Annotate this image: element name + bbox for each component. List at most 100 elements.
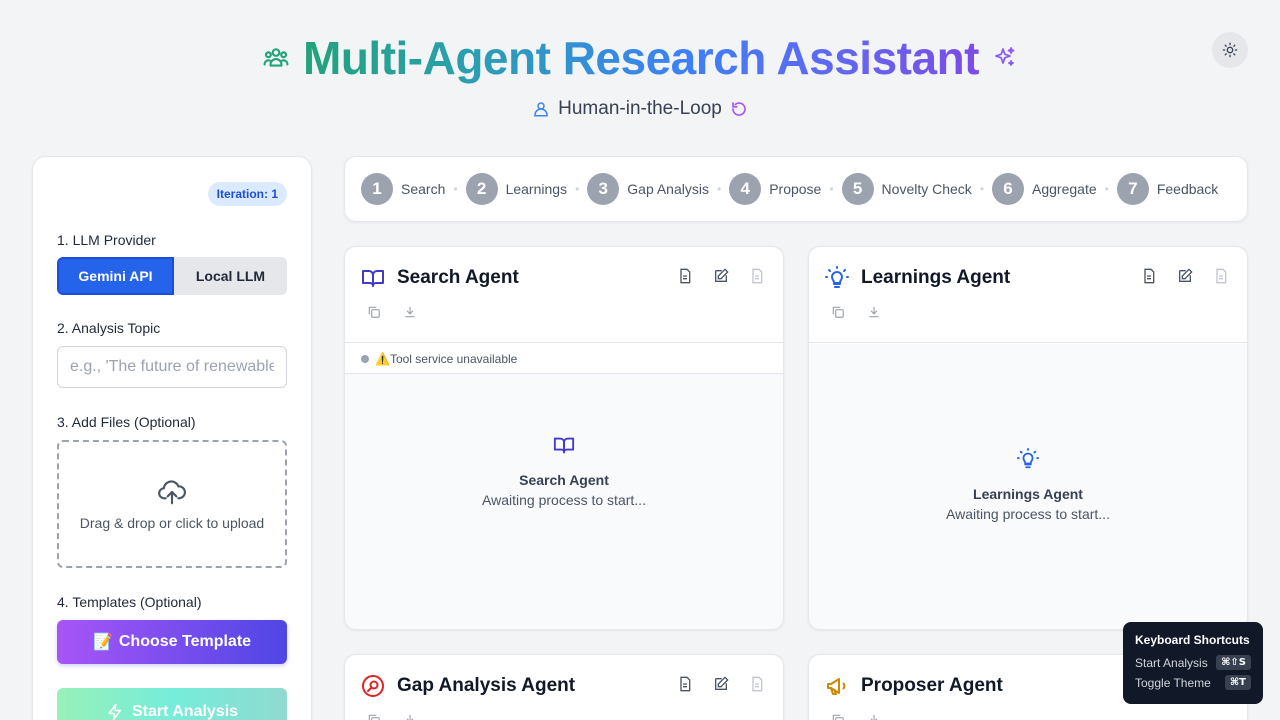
- start-analysis-button[interactable]: Start Analysis: [57, 688, 287, 720]
- status-line: ⚠️Tool service unavailable: [345, 344, 783, 374]
- edit-icon[interactable]: [713, 676, 729, 692]
- step-number: 3: [587, 173, 620, 205]
- edit-icon[interactable]: [713, 268, 729, 284]
- step-aggregate[interactable]: 6 Aggregate: [992, 173, 1097, 205]
- step-learnings[interactable]: 2 Learnings: [465, 173, 568, 205]
- edit-icon[interactable]: [1177, 268, 1193, 284]
- analysis-topic-input[interactable]: [57, 346, 287, 388]
- card-body: ⚠️Tool service unavailable Search Agent …: [345, 344, 783, 629]
- document-icon[interactable]: [1141, 268, 1157, 284]
- cloud-upload-icon: [157, 477, 187, 507]
- book-icon: [361, 266, 385, 290]
- step-number: 7: [1116, 173, 1149, 205]
- start-analysis-label: Start Analysis: [131, 703, 239, 720]
- step-number: 4: [729, 173, 762, 205]
- download-icon[interactable]: [867, 305, 881, 319]
- step-propose[interactable]: 4 Propose: [729, 173, 821, 205]
- shortcut-label: Toggle Theme: [1135, 675, 1211, 690]
- page-title: Multi-Agent Research Assistant: [303, 32, 980, 84]
- step-label: Novelty Check: [881, 181, 972, 197]
- step-number: 2: [465, 173, 498, 205]
- step-label: Aggregate: [1032, 181, 1097, 197]
- download-icon[interactable]: [403, 305, 417, 319]
- card-title-row: Gap Analysis Agent: [361, 674, 575, 698]
- provider-gemini-button[interactable]: Gemini API: [57, 257, 174, 295]
- control-panel: Iteration: 1 1. LLM Provider Gemini API …: [32, 156, 312, 720]
- page-header: Multi-Agent Research Assistant Human-in-…: [0, 0, 1280, 140]
- subtitle-row: Human-in-the-Loop: [0, 98, 1280, 120]
- upload-text: Drag & drop or click to upload: [79, 515, 265, 531]
- step-number: 5: [841, 173, 874, 205]
- step-novelty-check[interactable]: 5 Novelty Check: [841, 173, 972, 205]
- choose-template-label: Choose Template: [118, 633, 252, 650]
- step-gap-analysis[interactable]: 3 Gap Analysis: [587, 173, 709, 205]
- step-label: Propose: [769, 181, 822, 197]
- llm-provider-toggle: Gemini API Local LLM: [57, 257, 287, 295]
- llm-provider-label: 1. LLM Provider: [57, 232, 156, 248]
- step-separator: •: [575, 182, 580, 196]
- users-icon: [263, 45, 289, 71]
- copy-icon[interactable]: [831, 713, 845, 720]
- status-dot: [361, 354, 369, 363]
- choose-template-button[interactable]: 📝 Choose Template: [57, 620, 287, 664]
- card-body: Learnings Agent Awaiting process to star…: [809, 344, 1247, 629]
- theme-toggle-button[interactable]: [1212, 32, 1248, 68]
- card-header: Search Agent: [345, 247, 783, 343]
- memo-icon: 📝: [92, 634, 113, 651]
- card-title: Proposer Agent: [861, 675, 1003, 696]
- provider-local-button[interactable]: Local LLM: [174, 257, 287, 295]
- card-toolbar-secondary: [831, 713, 881, 720]
- keyboard-shortcuts-panel: Keyboard Shortcuts Start Analysis ⌘⇧S To…: [1123, 622, 1263, 704]
- step-separator: •: [1104, 182, 1109, 196]
- step-search[interactable]: 1 Search: [361, 173, 445, 205]
- placeholder-title: Learnings Agent: [973, 486, 1083, 502]
- lightning-icon: [106, 703, 124, 720]
- document-icon[interactable]: [677, 268, 693, 284]
- file-text-icon[interactable]: [1213, 268, 1229, 284]
- status-text: ⚠️Tool service unavailable: [375, 351, 518, 366]
- agent-placeholder: Search Agent Awaiting process to start..…: [345, 434, 783, 508]
- file-text-icon[interactable]: [749, 268, 765, 284]
- shortcut-keys: ⌘T: [1224, 675, 1251, 690]
- search-circle-icon: [361, 674, 385, 698]
- document-icon[interactable]: [677, 676, 693, 692]
- step-separator: •: [829, 182, 834, 196]
- templates-label: 4. Templates (Optional): [57, 594, 202, 610]
- placeholder-subtitle: Awaiting process to start...: [482, 492, 646, 508]
- placeholder-title: Search Agent: [519, 472, 609, 488]
- step-label: Feedback: [1156, 181, 1219, 197]
- megaphone-icon: [825, 674, 849, 698]
- copy-icon[interactable]: [367, 305, 381, 319]
- agent-placeholder: Learnings Agent Awaiting process to star…: [809, 448, 1247, 522]
- lightbulb-icon: [1017, 448, 1039, 470]
- step-separator: •: [716, 182, 722, 196]
- file-text-icon[interactable]: [749, 676, 765, 692]
- card-toolbar: [677, 268, 765, 284]
- step-label: Learnings: [505, 181, 568, 197]
- file-upload-dropzone[interactable]: Drag & drop or click to upload: [57, 440, 287, 568]
- card-header: Gap Analysis Agent: [345, 655, 783, 720]
- title-row: Multi-Agent Research Assistant: [0, 30, 1280, 86]
- step-feedback[interactable]: 7 Feedback: [1116, 173, 1219, 205]
- step-number: 6: [992, 173, 1025, 205]
- step-label: Search: [401, 181, 446, 197]
- copy-icon[interactable]: [367, 713, 381, 720]
- analysis-topic-label: 2. Analysis Topic: [57, 320, 161, 336]
- card-toolbar-secondary: [831, 305, 881, 319]
- card-title-row: Search Agent: [361, 266, 519, 290]
- step-number: 1: [361, 173, 393, 205]
- placeholder-subtitle: Awaiting process to start...: [946, 506, 1110, 522]
- download-icon[interactable]: [403, 713, 417, 720]
- search-agent-card: Search Agent ⚠️Tool service unavailable …: [344, 246, 784, 630]
- workflow-steps: 1 Search • 2 Learnings • 3 Gap Analysis …: [344, 156, 1248, 222]
- refresh-icon: [730, 100, 748, 118]
- user-icon: [532, 100, 550, 118]
- card-toolbar-secondary: [367, 713, 417, 720]
- copy-icon[interactable]: [831, 305, 845, 319]
- card-title: Gap Analysis Agent: [397, 675, 576, 696]
- download-icon[interactable]: [867, 713, 881, 720]
- shortcuts-title: Keyboard Shortcuts: [1135, 633, 1250, 647]
- shortcut-row: Start Analysis ⌘⇧S: [1135, 655, 1251, 670]
- iteration-badge: Iteration: 1: [207, 182, 287, 206]
- card-title: Search Agent: [397, 267, 519, 288]
